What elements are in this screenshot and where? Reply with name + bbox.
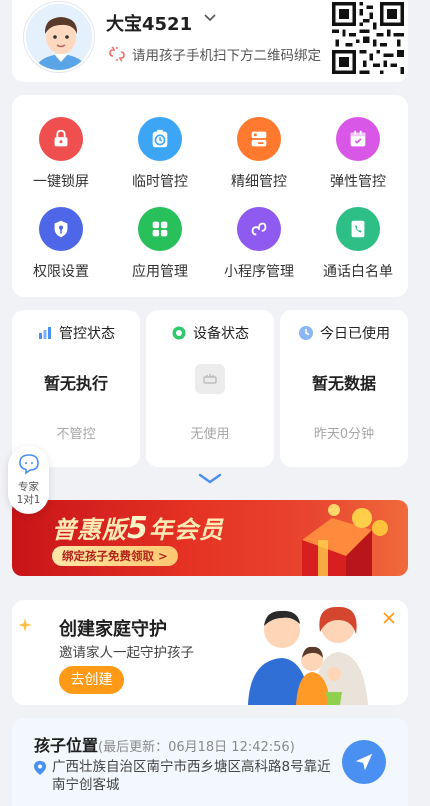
unlink-icon — [109, 46, 125, 62]
bind-hint: 请用孩子手机扫下方二维码绑定 — [108, 44, 321, 64]
vip-claim-button[interactable]: 绑定孩子免费领取 > — [52, 546, 178, 566]
quick-action-permissions[interactable]: 权限设置 — [12, 207, 110, 281]
chevron-down-icon[interactable] — [202, 10, 218, 26]
usage-status-title: 今日已使用 — [280, 323, 408, 343]
child-name[interactable]: 大宝4521 — [106, 10, 192, 36]
gift-box-illustration — [302, 504, 388, 576]
control-status-card[interactable]: 管控状态 暂无执行 不管控 — [12, 310, 140, 467]
apps-grid-icon — [138, 207, 182, 251]
location-address: 广西壮族自治区南宁市西乡塘区高科路8号靠近南宁创客城 — [52, 759, 331, 793]
phone-book-icon — [336, 207, 380, 251]
family-guard-title: 创建家庭守护 — [59, 619, 167, 640]
close-icon[interactable] — [381, 610, 397, 626]
device-status-title: 设备状态 — [146, 323, 274, 343]
family-guard-subtitle: 邀请家人一起守护孩子 — [59, 645, 194, 661]
device-placeholder-icon — [195, 364, 225, 394]
quick-action-label: 精细管控 — [231, 174, 287, 190]
family-guard-card: 创建家庭守护 邀请家人一起守护孩子 去创建 — [12, 600, 408, 705]
navigate-button[interactable] — [342, 740, 386, 784]
quick-action-flex-control[interactable]: 弹性管控 — [309, 117, 407, 191]
quick-action-label: 应用管理 — [132, 264, 188, 280]
child-location-card[interactable]: 孩子位置(最后更新：06月18日 12:42:56) 广西壮族自治区南宁市西乡塘… — [12, 718, 408, 806]
device-status-card[interactable]: 设备状态 无使用 — [146, 310, 274, 467]
create-family-button[interactable]: 去创建 — [59, 666, 124, 694]
quick-action-fine-control[interactable]: 精细管控 — [210, 117, 308, 191]
usage-status-value: 暂无数据 — [311, 374, 376, 393]
vip-title: 普惠版5年会员 — [52, 511, 224, 546]
expand-chevron-icon[interactable] — [197, 472, 223, 486]
quick-action-label: 通话白名单 — [323, 264, 393, 280]
quick-action-label: 临时管控 — [132, 174, 188, 190]
quick-action-label: 弹性管控 — [330, 174, 386, 190]
quick-action-label: 小程序管理 — [224, 264, 294, 280]
expert-label: 专家 — [18, 481, 39, 493]
location-updated: (最后更新：06月18日 12:42:56) — [98, 740, 295, 755]
child-avatar[interactable] — [24, 2, 94, 72]
expert-consult-button[interactable]: 专家 1对1 — [8, 446, 49, 514]
control-status-sub: 不管控 — [56, 427, 96, 442]
chat-bubble-icon — [18, 454, 39, 475]
quick-action-lock-screen[interactable]: 一键锁屏 — [12, 117, 110, 191]
location-title: 孩子位置(最后更新：06月18日 12:42:56) — [34, 736, 295, 755]
timer-icon — [138, 117, 182, 161]
child-avatar-icon — [26, 4, 92, 70]
mini-program-icon — [237, 207, 281, 251]
quick-action-app-management[interactable]: 应用管理 — [111, 207, 209, 281]
status-dot-icon — [172, 326, 186, 340]
control-status-title: 管控状态 — [12, 323, 140, 343]
qr-code[interactable] — [332, 2, 404, 74]
location-pin-icon — [34, 761, 46, 775]
device-status-sub: 无使用 — [190, 427, 230, 442]
quick-action-temp-control[interactable]: 临时管控 — [111, 117, 209, 191]
usage-status-card[interactable]: 今日已使用 暂无数据 昨天0分钟 — [280, 310, 408, 467]
clock-icon — [299, 326, 313, 340]
family-illustration — [248, 606, 368, 705]
usage-status-sub: 昨天0分钟 — [313, 427, 375, 442]
control-panel-icon — [237, 117, 281, 161]
control-status-value: 暂无执行 — [43, 374, 108, 393]
child-header: 大宝4521 请用孩子手机扫下方二维码绑定 — [12, 0, 408, 82]
quick-action-call-whitelist[interactable]: 通话白名单 — [309, 207, 407, 281]
vip-banner[interactable]: 普惠版5年会员 绑定孩子免费领取 > — [12, 500, 408, 576]
lock-icon — [39, 117, 83, 161]
quick-action-mini-program[interactable]: 小程序管理 — [210, 207, 308, 281]
bar-chart-icon — [39, 327, 51, 339]
bind-hint-text: 请用孩子手机扫下方二维码绑定 — [132, 48, 321, 64]
calendar-icon — [336, 117, 380, 161]
sparkle-icon — [18, 618, 32, 632]
quick-action-label: 一键锁屏 — [33, 174, 89, 190]
quick-actions-panel: 一键锁屏 临时管控 精细管控 弹性管控 权限设置 应用管理 小程序管理 通话白名… — [12, 95, 408, 297]
navigation-arrow-icon — [355, 753, 373, 771]
quick-action-label: 权限设置 — [33, 264, 89, 280]
expert-sublabel: 1对1 — [16, 494, 41, 506]
shield-key-icon — [39, 207, 83, 251]
